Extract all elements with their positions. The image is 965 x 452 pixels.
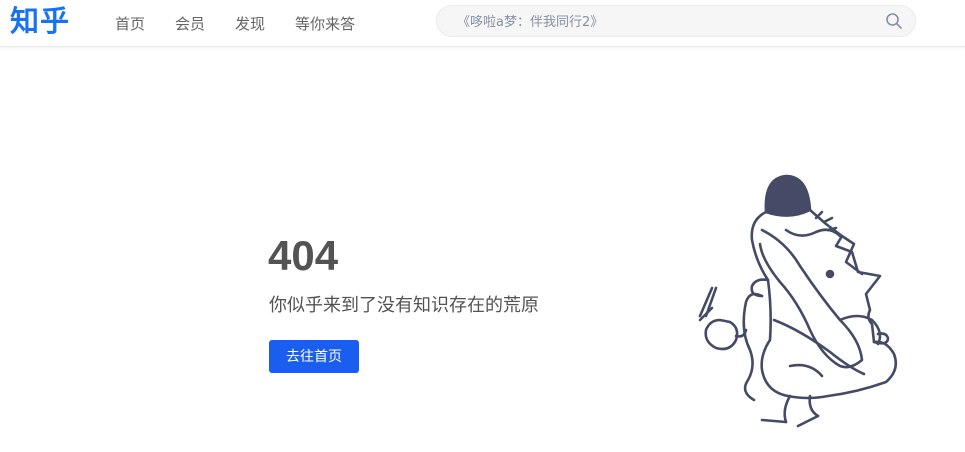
main-nav: 首页 会员 发现 等你来答 bbox=[115, 0, 385, 46]
nav-item-home[interactable]: 首页 bbox=[115, 13, 145, 34]
error-code: 404 bbox=[268, 232, 339, 279]
zhihu-logo[interactable]: 知乎 bbox=[10, 2, 70, 40]
unplugged-plug-illustration bbox=[698, 174, 898, 428]
error-message: 你似乎来到了没有知识存在的荒原 bbox=[269, 295, 539, 316]
nav-item-vip[interactable]: 会员 bbox=[175, 13, 205, 34]
search-icon[interactable] bbox=[885, 12, 903, 30]
nav-item-waiting[interactable]: 等你来答 bbox=[295, 13, 355, 34]
nav-item-explore[interactable]: 发现 bbox=[235, 13, 265, 34]
go-home-button[interactable]: 去往首页 bbox=[269, 340, 359, 373]
search-input[interactable] bbox=[455, 6, 859, 38]
top-header: 知乎 首页 会员 发现 等你来答 bbox=[0, 0, 965, 47]
search-box bbox=[436, 5, 916, 38]
